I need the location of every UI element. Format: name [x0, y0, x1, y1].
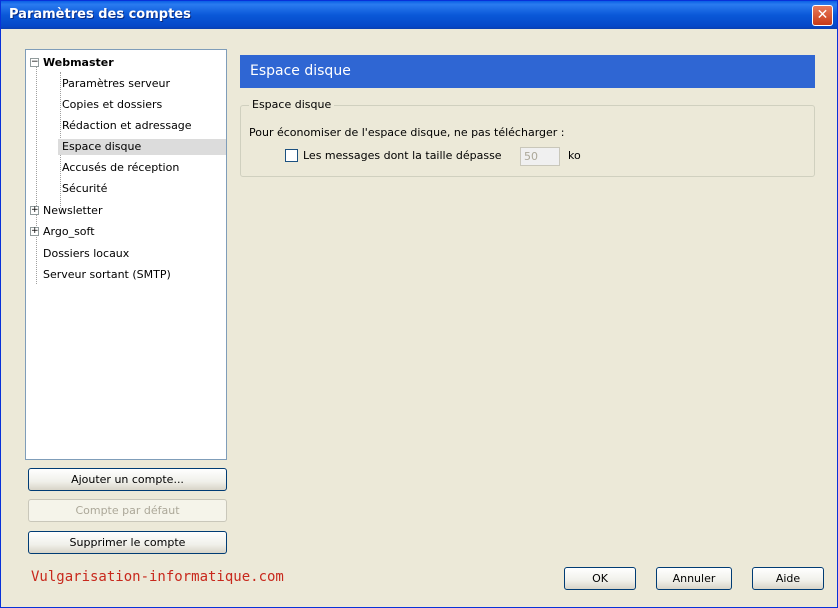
tree-item-local-folders[interactable]: Dossiers locaux [43, 246, 129, 262]
tree-item-receipts[interactable]: Accusés de réception [62, 160, 179, 176]
cancel-button[interactable]: Annuler [656, 567, 732, 590]
watermark-text: Vulgarisation-informatique.com [31, 569, 284, 585]
size-limit-label[interactable]: Les messages dont la taille dépasse [303, 149, 502, 162]
description-text: Pour économiser de l'espace disque, ne p… [249, 126, 565, 139]
expand-icon[interactable]: + [30, 206, 39, 215]
close-icon[interactable]: ✕ [812, 5, 833, 26]
size-limit-checkbox[interactable] [285, 149, 298, 162]
disk-space-group: Espace disque Pour économiser de l'espac… [240, 98, 815, 177]
size-limit-input: 50 [520, 147, 560, 166]
panel-title: Espace disque [240, 55, 815, 88]
delete-account-button[interactable]: Supprimer le compte [28, 531, 227, 554]
add-account-button[interactable]: Ajouter un compte... [28, 468, 227, 491]
tree-item-disk-space[interactable]: Espace disque [58, 139, 226, 155]
tree-item-server-settings[interactable]: Paramètres serveur [62, 76, 170, 92]
account-settings-dialog: Paramètres des comptes ✕ − Webmaster Par… [0, 0, 838, 608]
title-bar[interactable]: Paramètres des comptes ✕ [1, 1, 837, 29]
tree-item-argo-soft[interactable]: + Argo_soft [30, 224, 95, 240]
tree-item-webmaster[interactable]: − Webmaster [30, 55, 114, 71]
tree-item-composition[interactable]: Rédaction et adressage [62, 118, 192, 134]
collapse-icon[interactable]: − [30, 58, 39, 67]
account-tree: − Webmaster Paramètres serveur Copies et… [25, 49, 227, 460]
ok-button[interactable]: OK [564, 567, 636, 590]
tree-item-smtp[interactable]: Serveur sortant (SMTP) [43, 267, 171, 283]
expand-icon[interactable]: + [30, 227, 39, 236]
window-title: Paramètres des comptes [9, 7, 191, 22]
group-title: Espace disque [249, 98, 335, 111]
size-unit-label: ko [568, 149, 581, 162]
help-button[interactable]: Aide [752, 567, 824, 590]
tree-item-newsletter[interactable]: + Newsletter [30, 203, 102, 219]
tree-item-copies-folders[interactable]: Copies et dossiers [62, 97, 162, 113]
tree-item-security[interactable]: Sécurité [62, 181, 107, 197]
tree-guide-line [36, 64, 37, 284]
default-account-button: Compte par défaut [28, 499, 227, 522]
